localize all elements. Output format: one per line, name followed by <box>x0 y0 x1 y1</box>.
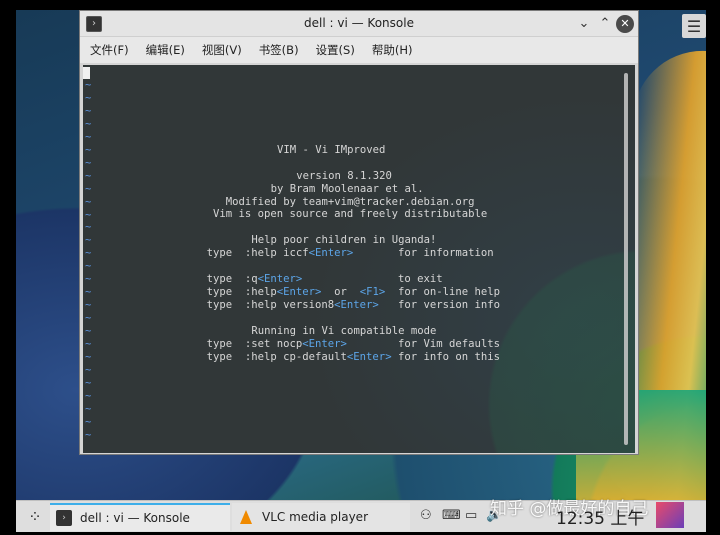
kde-logo-icon <box>656 502 684 528</box>
vim-text-line: type :q<Enter> to exit <box>207 273 443 286</box>
vim-text-line: by Bram Moolenaar et al. <box>271 183 424 196</box>
vim-text-line: Running in Vi compatible mode <box>251 325 436 338</box>
terminal-icon: › <box>56 510 72 526</box>
task-vlc[interactable]: VLC media player <box>232 503 410 531</box>
vim-text: to exit <box>302 273 443 286</box>
vim-text-line: type :help iccf<Enter> for information <box>207 247 494 260</box>
vim-text-line: type :help cp-default<Enter> for info on… <box>207 351 500 364</box>
chevron-up-icon[interactable]: ⌃ <box>596 15 614 33</box>
window-title: dell : vi — Konsole <box>304 16 414 30</box>
app-launcher-icon[interactable]: ⁘ <box>24 506 46 528</box>
vim-key-hint: <Enter> <box>308 247 354 260</box>
vim-text: Help poor children in Uganda! <box>251 234 437 247</box>
vim-text: Running in Vi compatible mode <box>251 325 437 337</box>
clock[interactable]: 12:35 上午 <box>556 504 644 529</box>
menu-settings[interactable]: 设置(S) <box>316 42 355 58</box>
vim-text: for Vim defaults <box>346 337 500 350</box>
vim-text-line: type :help<Enter> or <F1> for on-line he… <box>207 286 500 299</box>
vim-text: type :help version8 <box>206 299 335 312</box>
vim-text-line: Modified by team+vim@tracker.debian.org <box>226 196 475 209</box>
vim-text-line: Help poor children in Uganda! <box>251 234 436 247</box>
task-konsole[interactable]: › dell : vi — Konsole <box>50 503 230 531</box>
konsole-window: › dell : vi — Konsole ⌄ ⌃ ✕ 文件(F) 编辑(E) … <box>79 10 639 455</box>
desktop-menu-icon[interactable]: ☰ <box>682 14 706 38</box>
vlc-icon <box>238 509 254 525</box>
vim-text: for information <box>353 247 494 260</box>
vim-key-hint: <Enter> <box>257 273 303 286</box>
vim-text: for version info <box>378 299 500 312</box>
display-icon[interactable]: ▭ <box>465 508 477 523</box>
window-titlebar[interactable]: › dell : vi — Konsole ⌄ ⌃ ✕ <box>80 11 638 37</box>
vim-key-hint: <Enter> <box>302 337 347 350</box>
vim-text-line: VIM - Vi IMproved <box>277 144 385 157</box>
vim-text: version 8.1.320 <box>296 169 392 182</box>
vim-key-hint: <F1> <box>359 286 386 299</box>
vim-text-line: version 8.1.320 <box>296 170 392 183</box>
vim-text: Modified by team+vim@tracker.debian.org <box>225 195 475 208</box>
vim-text: for info on this <box>391 350 501 363</box>
vim-text: type :set nocp <box>206 337 303 350</box>
vim-text-line: Vim is open source and freely distributa… <box>213 208 487 221</box>
scrollbar[interactable] <box>624 73 628 445</box>
task-label: dell : vi — Konsole <box>80 511 190 525</box>
menu-edit[interactable]: 编辑(E) <box>146 42 185 58</box>
vim-text: VIM - Vi IMproved <box>277 143 386 156</box>
chevron-down-icon[interactable]: ⌄ <box>575 15 593 33</box>
vim-key-hint: <Enter> <box>276 286 322 299</box>
keyboard-icon[interactable]: ⌨ <box>442 508 461 523</box>
task-label: VLC media player <box>262 510 369 524</box>
vim-text: Vim is open source and freely distributa… <box>213 208 488 221</box>
terminal-area[interactable]: ~ ~ ~ ~ ~ ~ ~ ~ ~ ~ ~ ~ ~ ~ ~ ~ ~ ~ ~ ~ … <box>83 65 635 453</box>
vim-key-hint: <Enter> <box>346 350 392 363</box>
menu-view[interactable]: 视图(V) <box>202 42 242 58</box>
menu-bookmarks[interactable]: 书签(B) <box>259 42 299 58</box>
text-cursor <box>83 67 90 79</box>
vim-text-line: type :help version8<Enter> for version i… <box>207 299 500 312</box>
network-icon[interactable]: ⚇ <box>420 508 432 523</box>
vim-text: by Bram Moolenaar et al. <box>270 182 424 195</box>
empty-line-markers: ~ ~ ~ ~ ~ ~ ~ ~ ~ ~ ~ ~ ~ ~ ~ ~ ~ ~ ~ ~ … <box>85 79 92 441</box>
vim-text: type :q <box>206 273 258 286</box>
vim-key-hint: <Enter> <box>334 299 379 312</box>
menu-help[interactable]: 帮助(H) <box>372 42 413 58</box>
menu-file[interactable]: 文件(F) <box>90 42 129 58</box>
vim-text-line: type :set nocp<Enter> for Vim defaults <box>207 338 500 351</box>
vim-text: type :help iccf <box>206 247 309 260</box>
vim-text: type :help <box>206 286 277 299</box>
menubar: 文件(F) 编辑(E) 视图(V) 书签(B) 设置(S) 帮助(H) <box>80 37 638 63</box>
vim-text: for on-line help <box>385 286 501 299</box>
vim-text: or <box>321 286 360 299</box>
vim-text: type :help cp-default <box>206 350 347 363</box>
close-icon[interactable]: ✕ <box>616 15 634 33</box>
